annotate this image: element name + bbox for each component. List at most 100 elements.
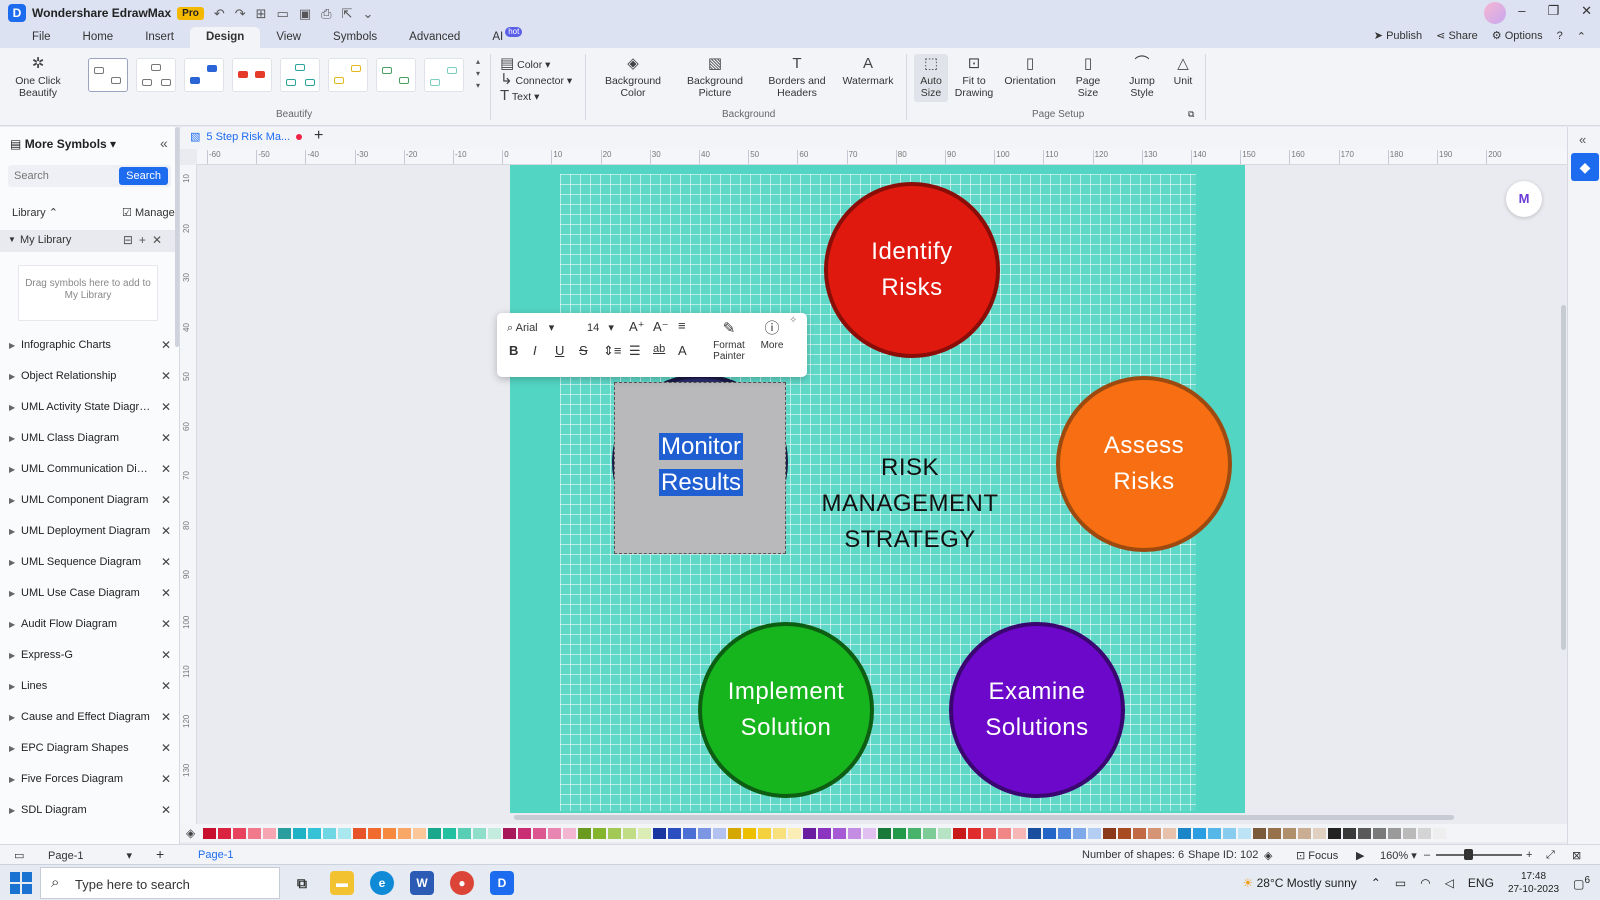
tab-advanced[interactable]: Advanced bbox=[393, 27, 476, 48]
beautify-style-5[interactable] bbox=[280, 58, 320, 92]
more-button[interactable]: ⓘ More bbox=[755, 321, 789, 351]
color-swatch[interactable] bbox=[1043, 827, 1057, 839]
collapse-panel-icon[interactable]: « bbox=[160, 135, 168, 151]
color-swatch[interactable] bbox=[368, 827, 382, 839]
volume-icon[interactable]: ◁ bbox=[1445, 876, 1454, 890]
page-layout-icon[interactable]: ▭ bbox=[14, 849, 24, 862]
color-swatch[interactable] bbox=[398, 827, 412, 839]
print-icon[interactable]: ⎙ bbox=[321, 7, 331, 20]
publish-button[interactable]: ➤ Publish bbox=[1374, 30, 1422, 43]
close-icon[interactable]: ✕ bbox=[161, 493, 171, 507]
page-setup-expand-icon[interactable]: ⧉ bbox=[1188, 108, 1194, 120]
background-picture-button[interactable]: ▧ Background Picture bbox=[680, 56, 750, 99]
underline-icon[interactable]: U bbox=[555, 343, 564, 358]
save-icon[interactable]: ▣ bbox=[299, 7, 311, 20]
beautify-style-8[interactable] bbox=[424, 58, 464, 92]
library-category[interactable]: ▶ Cause and Effect Diagram ✕ bbox=[0, 707, 176, 729]
library-drop-zone[interactable]: Drag symbols here to add to My Library bbox=[18, 265, 158, 321]
borders-headers-button[interactable]: T Borders and Headers bbox=[762, 56, 832, 99]
color-swatch[interactable] bbox=[473, 827, 487, 839]
circle-examine-solutions[interactable]: Examine Solutions bbox=[949, 622, 1125, 798]
panel-scrollbar[interactable] bbox=[175, 127, 179, 347]
zoom-out-icon[interactable]: – bbox=[1424, 849, 1430, 861]
library-category[interactable]: ▶ UML Communication Diagr... ✕ bbox=[0, 459, 176, 481]
ribbon-collapse-icon[interactable]: ⌃ bbox=[1577, 30, 1586, 43]
open-folder-icon[interactable]: ▭ bbox=[277, 7, 289, 20]
close-icon[interactable]: ✕ bbox=[161, 586, 171, 600]
color-swatch[interactable] bbox=[773, 827, 787, 839]
tab-ai[interactable]: AI hot bbox=[476, 27, 538, 48]
ai-assistant-icon[interactable]: M bbox=[1506, 181, 1542, 217]
close-icon[interactable]: ✕ bbox=[161, 679, 171, 693]
color-swatch[interactable] bbox=[668, 827, 682, 839]
color-swatch[interactable] bbox=[863, 827, 877, 839]
close-icon[interactable]: ✕ bbox=[161, 710, 171, 724]
redo-icon[interactable]: ↷ bbox=[235, 7, 246, 20]
document-tab[interactable]: ▧ 5 Step Risk Ma... bbox=[190, 130, 303, 143]
fill-bucket-icon[interactable]: ◈ bbox=[186, 826, 195, 840]
beautify-style-6[interactable] bbox=[328, 58, 368, 92]
color-swatch[interactable] bbox=[323, 827, 337, 839]
horizontal-scrollbar[interactable] bbox=[514, 815, 1454, 820]
color-swatch[interactable] bbox=[233, 827, 247, 839]
circle-implement-solution[interactable]: Implement Solution bbox=[698, 622, 874, 798]
color-swatch[interactable] bbox=[1073, 827, 1087, 839]
search-input[interactable] bbox=[8, 165, 118, 187]
library-category[interactable]: ▶ UML Class Diagram ✕ bbox=[0, 428, 176, 450]
color-swatch[interactable] bbox=[653, 827, 667, 839]
circle-identify-risks[interactable]: Identify Risks bbox=[824, 182, 1000, 358]
user-avatar[interactable] bbox=[1484, 2, 1506, 24]
edrawmax-taskbar-icon[interactable]: D bbox=[490, 871, 514, 895]
color-swatch[interactable] bbox=[1373, 827, 1387, 839]
close-icon[interactable]: ✕ bbox=[161, 369, 171, 383]
close-icon[interactable]: ✕ bbox=[161, 555, 171, 569]
color-swatch[interactable] bbox=[1268, 827, 1282, 839]
battery-icon[interactable]: ▭ bbox=[1395, 876, 1406, 890]
beautify-style-4[interactable] bbox=[232, 58, 272, 92]
selected-text[interactable]: Monitor Results bbox=[615, 429, 787, 501]
italic-icon[interactable]: I bbox=[533, 343, 537, 358]
close-icon[interactable]: ✕ bbox=[161, 772, 171, 786]
add-icon[interactable]: + bbox=[139, 233, 152, 247]
color-swatch[interactable] bbox=[383, 827, 397, 839]
close-icon[interactable]: ✕ bbox=[161, 741, 171, 755]
tray-chevron-up-icon[interactable]: ⌃ bbox=[1371, 876, 1381, 890]
jump-style-button[interactable]: ⌒ Jump Style bbox=[1124, 56, 1160, 99]
color-swatch[interactable] bbox=[1343, 827, 1357, 839]
color-swatch[interactable] bbox=[293, 827, 307, 839]
color-swatch[interactable] bbox=[1313, 827, 1327, 839]
close-icon[interactable]: ✕ bbox=[161, 648, 171, 662]
color-swatch[interactable] bbox=[893, 827, 907, 839]
color-swatch[interactable] bbox=[1118, 827, 1132, 839]
bullet-list-icon[interactable]: ☰ bbox=[629, 343, 641, 359]
color-swatch[interactable] bbox=[923, 827, 937, 839]
close-icon[interactable]: ✕ bbox=[152, 233, 168, 247]
text-highlight-icon[interactable]: ab bbox=[653, 343, 665, 355]
color-swatch[interactable] bbox=[683, 827, 697, 839]
chrome-icon[interactable]: ● bbox=[450, 871, 474, 895]
background-color-button[interactable]: ◈ Background Color bbox=[600, 56, 666, 99]
color-swatch[interactable] bbox=[1208, 827, 1222, 839]
color-swatch[interactable] bbox=[1148, 827, 1162, 839]
customize-quick-access-icon[interactable]: ⌄ bbox=[362, 7, 373, 20]
layers-icon[interactable]: ◈ bbox=[1264, 849, 1272, 862]
library-category[interactable]: ▶ UML Deployment Diagram ✕ bbox=[0, 521, 176, 543]
color-swatch[interactable] bbox=[1388, 827, 1402, 839]
tab-home[interactable]: Home bbox=[67, 27, 130, 48]
unit-button[interactable]: △ Unit bbox=[1166, 56, 1200, 87]
page-selector[interactable]: Page-1 ▾ bbox=[48, 849, 132, 862]
manage-button[interactable]: ☑ Manage bbox=[122, 206, 175, 219]
color-swatch[interactable] bbox=[1088, 827, 1102, 839]
color-swatch[interactable] bbox=[983, 827, 997, 839]
zoom-level[interactable]: 160% ▾ bbox=[1380, 849, 1417, 862]
tab-design[interactable]: Design bbox=[189, 27, 261, 48]
color-swatch[interactable] bbox=[353, 827, 367, 839]
color-swatch[interactable] bbox=[638, 827, 652, 839]
beautify-style-3[interactable] bbox=[184, 58, 224, 92]
zoom-slider[interactable] bbox=[1436, 854, 1522, 856]
close-icon[interactable]: ✕ bbox=[161, 338, 171, 352]
expand-panel-icon[interactable]: « bbox=[1579, 132, 1586, 147]
color-swatch[interactable] bbox=[833, 827, 847, 839]
library-category[interactable]: ▶ Infographic Charts ✕ bbox=[0, 335, 176, 357]
close-icon[interactable]: ✕ bbox=[161, 617, 171, 631]
